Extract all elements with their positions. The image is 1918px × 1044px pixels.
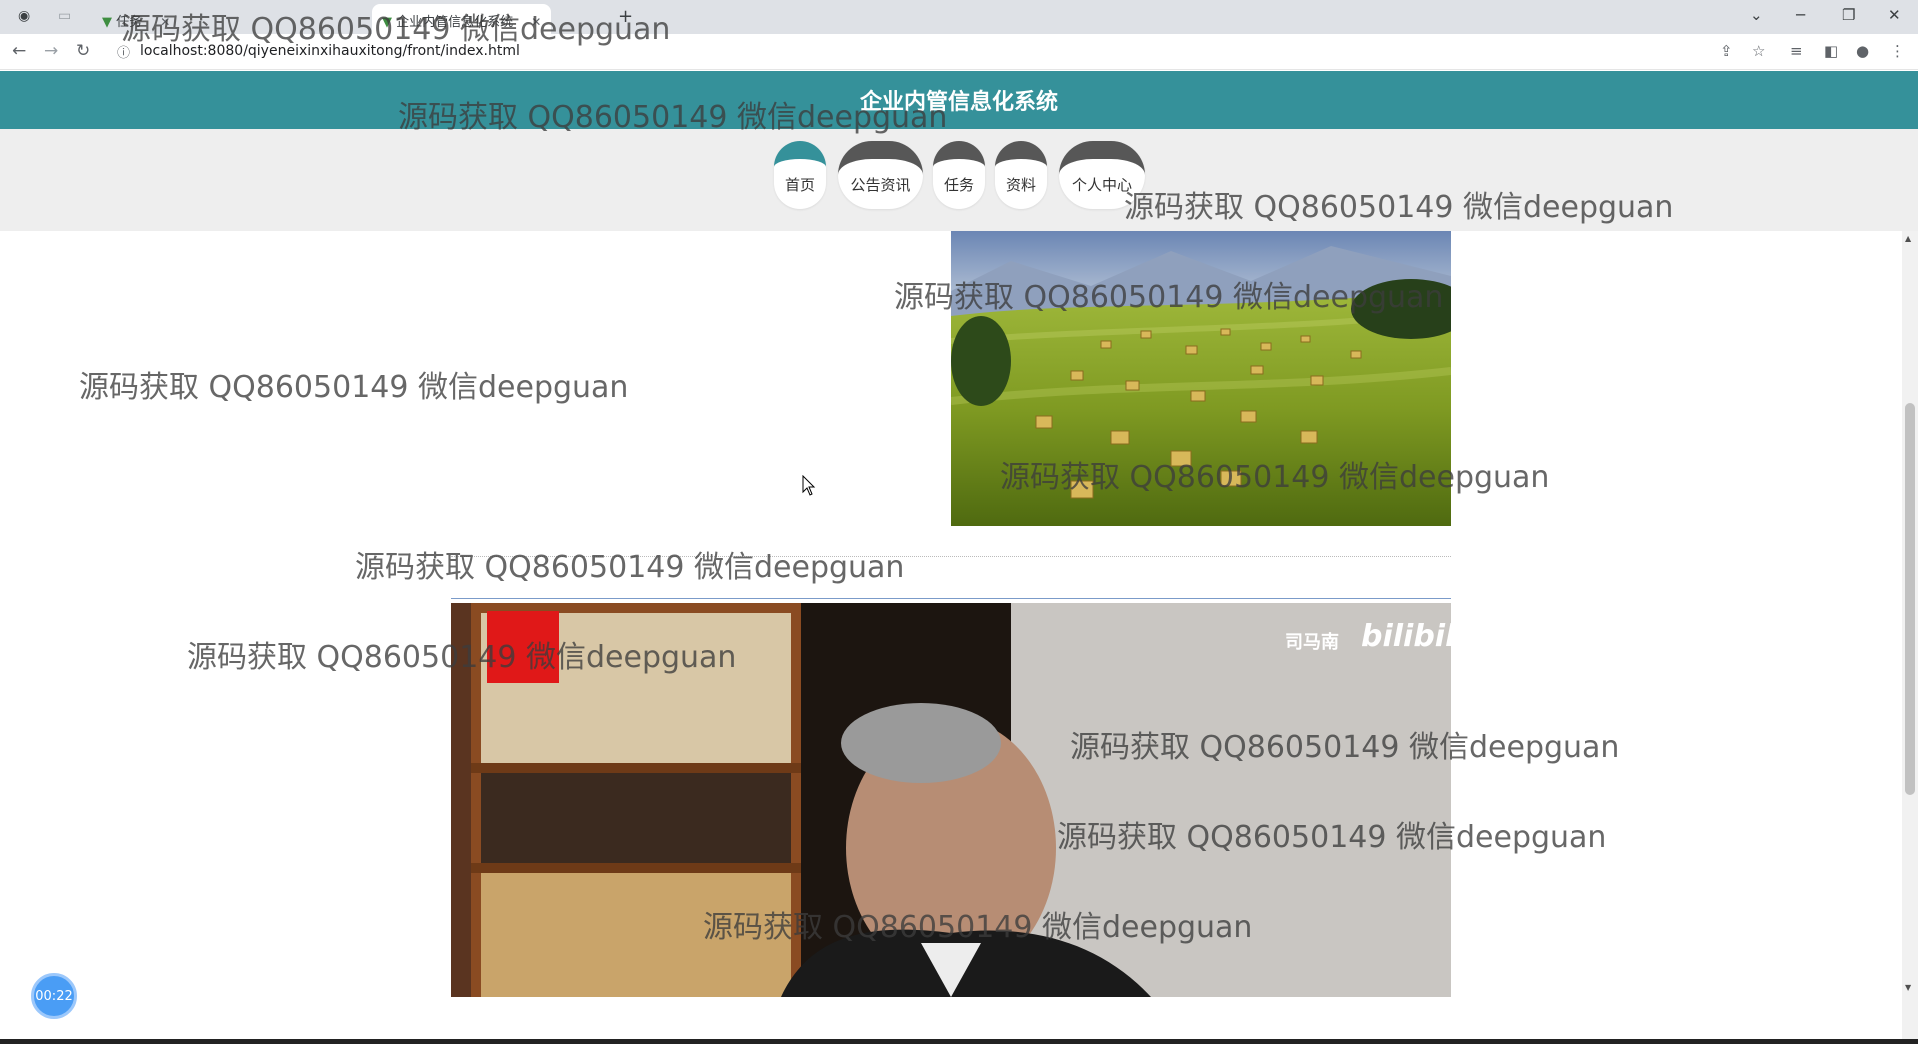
nav-item-announcements[interactable]: 公告资讯: [838, 141, 923, 209]
browser-menu-icon[interactable]: ◉: [18, 8, 30, 24]
new-tab-button[interactable]: +: [618, 6, 633, 27]
reload-icon[interactable]: ↻: [76, 41, 90, 61]
side-panel-icon[interactable]: ◧: [1824, 42, 1838, 60]
bilibili-logo: bilibili: [1361, 619, 1451, 654]
close-icon[interactable]: ✕: [531, 15, 541, 29]
url-field[interactable]: localhost:8080/qiyeneixinxihauxitong/fro…: [140, 43, 520, 59]
bookmark-star-icon[interactable]: ☆: [1752, 42, 1765, 60]
site-info-icon[interactable]: ⓘ: [117, 42, 130, 61]
nav-item-tasks[interactable]: 任务: [933, 141, 985, 209]
browser-tab-1[interactable]: ▼ 任务 ✕: [92, 4, 180, 34]
nav-item-profile[interactable]: 个人中心: [1059, 141, 1145, 209]
taskbar-edge: [0, 1039, 1918, 1044]
address-bar: ← → ↻ ⓘ localhost:8080/qiyeneixinxihauxi…: [0, 34, 1918, 70]
section-divider: [451, 556, 1451, 557]
nav-item-materials[interactable]: 资料: [995, 141, 1047, 209]
nav-item-home[interactable]: 首页: [774, 141, 826, 209]
vue-favicon-icon: ▼: [102, 15, 112, 30]
watermark: 源码获取 QQ86050149 微信deepguan: [355, 550, 905, 585]
browser-tab-2[interactable]: ▼ 企业内管信息化系统 ✕: [372, 4, 552, 34]
watermark: 源码获取 QQ86050149 微信deepguan: [79, 370, 629, 405]
video-top-border: [451, 598, 1451, 599]
scroll-up-arrow-icon[interactable]: ▲: [1905, 234, 1911, 243]
recording-timer[interactable]: 00:22: [31, 973, 77, 1019]
close-window-icon[interactable]: ✕: [1888, 6, 1901, 24]
scroll-down-arrow-icon[interactable]: ▼: [1905, 983, 1911, 992]
banner-image[interactable]: [951, 231, 1451, 526]
browser-menu-dots-icon[interactable]: ⋮: [1890, 42, 1905, 60]
minimize-icon[interactable]: ─: [1796, 6, 1805, 24]
reading-list-icon[interactable]: ≡: [1790, 42, 1803, 60]
share-icon[interactable]: ⇪: [1720, 42, 1733, 60]
restore-icon[interactable]: ❐: [1842, 6, 1855, 24]
mouse-cursor-icon: [802, 475, 816, 496]
back-icon[interactable]: ←: [12, 41, 26, 61]
site-title: 企业内管信息化系统: [859, 90, 1058, 115]
main-nav: 首页 公告资讯 任务 资料 个人中心: [0, 129, 1918, 231]
scroll-thumb[interactable]: [1905, 403, 1915, 795]
tab-group-icon[interactable]: ▭: [58, 8, 71, 24]
profile-avatar-icon[interactable]: ●: [1856, 42, 1869, 60]
forward-icon[interactable]: →: [44, 41, 58, 61]
tab-search-icon[interactable]: ⌄: [1750, 6, 1763, 24]
close-icon[interactable]: ✕: [160, 15, 170, 29]
vue-favicon-icon: ▼: [382, 15, 392, 30]
browser-tab-bar: ◉ ▭ ▼ 任务 ✕ ▼ 企业内管信息化系统 ✕ + ⌄ ─ ❐ ✕: [0, 0, 1918, 34]
site-header: 企业内管信息化系统: [0, 71, 1918, 129]
video-channel-name: 司马南: [1285, 632, 1339, 653]
page-scrollbar[interactable]: ▲ ▼: [1902, 231, 1918, 1039]
video-player[interactable]: 司马南 bilibili: [451, 603, 1451, 997]
